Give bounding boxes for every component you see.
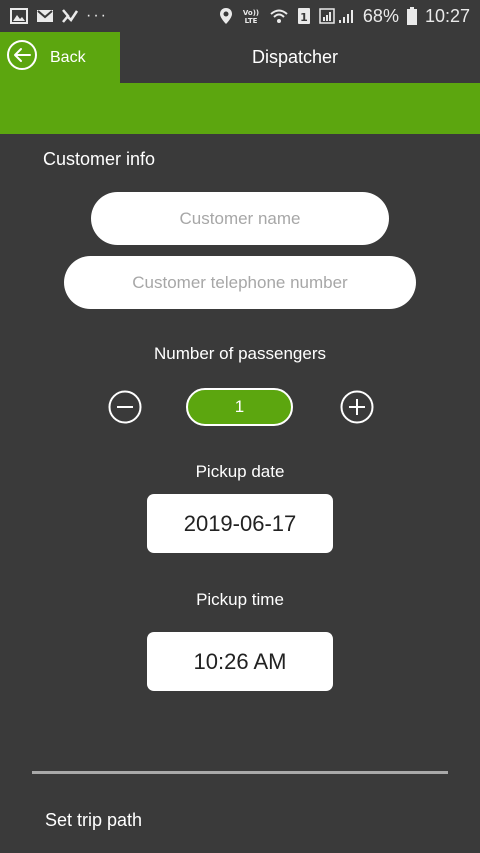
gallery-icon [10,8,28,24]
passenger-count[interactable]: 1 [186,388,293,426]
svg-text:Vo)): Vo)) [243,9,259,17]
customer-name-input[interactable] [91,192,389,245]
pickup-time-label: Pickup time [196,590,284,609]
pickup-time-field[interactable]: 10:26 AM [147,632,333,691]
back-label: Back [50,48,86,66]
checklist-icon [62,8,78,24]
set-trip-path-link[interactable]: Set trip path [45,810,142,831]
app-header: Back Dispatcher [0,32,480,83]
status-bar-left: ··· [10,7,108,25]
plus-icon [340,390,374,424]
signal-icon [319,8,355,24]
more-notifications-icon: ··· [86,7,108,24]
pickup-date-label: Pickup date [195,462,285,481]
svg-text:LTE: LTE [244,17,257,25]
status-bar-right: Vo)) LTE 1 68% 10:27 [219,6,470,27]
minus-icon [108,390,142,424]
header-band [0,83,480,134]
increase-passengers-button[interactable] [340,390,374,424]
page-title: Dispatcher [251,47,339,67]
back-button[interactable]: Back [0,32,120,83]
wifi-icon [269,8,289,24]
clock: 10:27 [424,5,470,26]
decrease-passengers-button[interactable] [108,390,142,424]
mail-icon [36,9,54,23]
status-bar: ··· Vo)) LTE 1 68% 10:27 [0,0,480,32]
sim-icon: 1 [297,7,311,25]
pickup-date-field[interactable]: 2019-06-17 [147,494,333,553]
back-arrow-icon [6,39,38,76]
section-divider [32,771,448,774]
passengers-label: Number of passengers [154,344,326,363]
svg-text:1: 1 [300,11,308,24]
volte-icon: Vo)) LTE [241,7,261,25]
battery-icon [406,7,417,25]
customer-info-label: Customer info [43,149,156,169]
battery-percent: 68% [362,5,399,26]
location-icon [219,7,233,25]
customer-phone-input[interactable] [64,256,416,309]
